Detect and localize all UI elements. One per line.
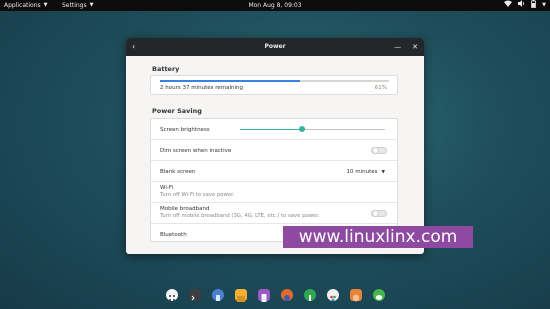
texteditor-icon[interactable]	[257, 289, 270, 302]
bluetooth-label: Bluetooth	[160, 232, 187, 238]
battery-remaining-text: 2 hours 37 minutes remaining	[160, 85, 243, 91]
toggle-knob	[372, 147, 379, 154]
power-dialog: ‹ Power — ✕ Battery 2 hours 37 minutes r…	[126, 38, 424, 254]
brightness-slider[interactable]	[240, 126, 385, 132]
files-icon[interactable]	[234, 289, 247, 302]
battery-panel: 2 hours 37 minutes remaining 61%	[150, 75, 398, 95]
battery-level-bar	[160, 80, 389, 82]
close-button[interactable]: ✕	[412, 38, 418, 56]
dim-screen-label: Dim screen when inactive	[160, 148, 232, 154]
back-button[interactable]: ‹	[132, 38, 135, 56]
app-grid-icon[interactable]	[165, 289, 178, 301]
battery-percent: 61%	[374, 85, 387, 91]
brightness-slider-fill	[240, 129, 303, 130]
blank-screen-dropdown[interactable]: 10 minutes ▼	[347, 169, 385, 176]
vpn-icon[interactable]	[303, 289, 316, 301]
blank-screen-label: Blank screen	[160, 169, 196, 175]
clock[interactable]: Mon Aug 8, 09:03	[0, 0, 550, 11]
wifi-label: Wi-Fi	[160, 185, 174, 191]
top-bar: Applications ▼ Settings ▼ Mon Aug 8, 09:…	[0, 0, 550, 11]
network-icon[interactable]	[211, 289, 224, 301]
wifi-description: Turn off Wi-Fi to save power.	[160, 192, 235, 198]
battery-section-title: Battery	[152, 65, 180, 73]
blank-screen-row: Blank screen 10 minutes ▼	[151, 161, 397, 182]
battery-level-fill	[160, 80, 300, 82]
dialog-titlebar: ‹ Power — ✕	[126, 38, 424, 56]
toggle-knob	[372, 210, 379, 217]
watermark: www.linuxlinx.com	[283, 226, 473, 248]
firefox-icon[interactable]	[280, 289, 293, 301]
screen-brightness-row: Screen brightness	[151, 119, 397, 140]
brightness-slider-handle[interactable]	[299, 126, 306, 132]
chat-icon[interactable]	[372, 289, 385, 301]
wifi-icon	[504, 0, 513, 11]
palette-icon[interactable]	[326, 289, 339, 302]
screen-brightness-label: Screen brightness	[160, 127, 210, 133]
terminal-icon[interactable]	[188, 289, 201, 301]
power-saving-panel: Screen brightness Dim screen when inacti…	[150, 118, 398, 242]
package-icon[interactable]	[349, 289, 362, 302]
mobile-broadband-label: Mobile broadband	[160, 206, 210, 212]
system-tray[interactable]: ▼	[504, 0, 546, 11]
mobile-broadband-description: Turn off mobile broadband (3G, 4G, LTE, …	[160, 213, 320, 219]
chevron-down-icon: ▼	[542, 2, 546, 8]
dim-screen-toggle[interactable]	[371, 147, 387, 154]
blank-screen-value: 10 minutes	[346, 169, 378, 175]
dim-screen-row: Dim screen when inactive	[151, 140, 397, 161]
volume-icon	[518, 0, 525, 11]
dialog-title: Power	[264, 43, 286, 50]
dock	[0, 289, 550, 305]
wifi-row: Wi-Fi Turn off Wi-Fi to save power.	[151, 182, 397, 203]
mobile-broadband-toggle[interactable]	[371, 210, 387, 217]
battery-icon	[531, 0, 537, 12]
mobile-broadband-row: Mobile broadband Turn off mobile broadba…	[151, 203, 397, 224]
minimize-button[interactable]: —	[394, 38, 401, 56]
chevron-down-icon: ▼	[381, 170, 385, 175]
power-saving-section-title: Power Saving	[152, 107, 202, 115]
